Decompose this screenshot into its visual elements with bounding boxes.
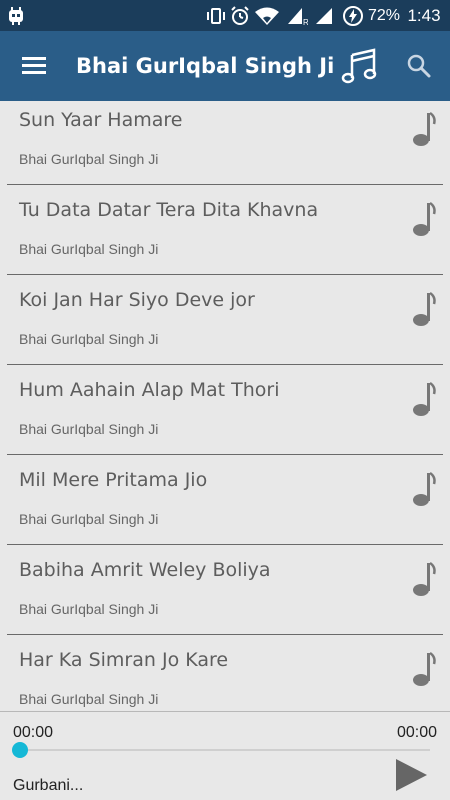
signal-r-icon: R	[284, 0, 310, 31]
vibrate-icon	[204, 0, 228, 31]
alarm-icon	[228, 0, 252, 31]
status-bar: R 72% 1:43	[0, 0, 450, 31]
song-artist: Bhai GurIqbal Singh Ji	[19, 151, 159, 167]
music-note-icon	[413, 291, 436, 326]
song-list: Sun Yaar Hamare Bhai GurIqbal Singh Ji T…	[0, 101, 450, 711]
play-icon[interactable]	[393, 757, 429, 793]
song-title: Babiha Amrit Weley Boliya	[19, 559, 271, 581]
song-list-item[interactable]: Mil Mere Pritama Jio Bhai GurIqbal Singh…	[0, 449, 450, 539]
music-notes-icon[interactable]	[340, 47, 378, 85]
song-title: Koi Jan Har Siyo Deve jor	[19, 289, 255, 311]
search-icon[interactable]	[406, 53, 432, 79]
seek-bar[interactable]	[20, 749, 430, 751]
song-title: Tu Data Datar Tera Dita Khavna	[19, 199, 319, 221]
music-note-icon	[413, 111, 436, 146]
music-note-icon	[413, 201, 436, 236]
app-bar: Bhai GurIqbal Singh Ji	[0, 31, 450, 101]
music-note-icon	[413, 651, 436, 686]
music-note-icon	[413, 471, 436, 506]
song-artist: Bhai GurIqbal Singh Ji	[19, 691, 159, 707]
song-list-item[interactable]: Babiha Amrit Weley Boliya Bhai GurIqbal …	[0, 539, 450, 629]
song-artist: Bhai GurIqbal Singh Ji	[19, 511, 159, 527]
svg-text:R: R	[303, 18, 308, 26]
elapsed-time: 00:00	[13, 724, 54, 741]
wifi-icon	[252, 0, 282, 31]
media-player: 00:00 00:00 Gurbani...	[0, 711, 450, 800]
android-debug-icon	[4, 0, 28, 31]
battery-charging-icon	[340, 0, 366, 31]
song-list-item[interactable]: Tu Data Datar Tera Dita Khavna Bhai GurI…	[0, 179, 450, 269]
seek-thumb[interactable]	[12, 742, 28, 758]
song-title: Sun Yaar Hamare	[19, 109, 183, 131]
song-list-item[interactable]: Har Ka Simran Jo Kare Bhai GurIqbal Sing…	[0, 629, 450, 711]
song-list-item[interactable]: Sun Yaar Hamare Bhai GurIqbal Singh Ji	[0, 101, 450, 179]
song-artist: Bhai GurIqbal Singh Ji	[19, 601, 159, 617]
music-note-icon	[413, 561, 436, 596]
song-title: Mil Mere Pritama Jio	[19, 469, 208, 491]
song-title: Hum Aahain Alap Mat Thori	[19, 379, 280, 401]
song-artist: Bhai GurIqbal Singh Ji	[19, 421, 159, 437]
clock: 1:43	[407, 5, 441, 25]
signal-icon	[312, 0, 336, 31]
song-artist: Bhai GurIqbal Singh Ji	[19, 331, 159, 347]
now-playing-label: Gurbani...	[13, 777, 84, 794]
song-list-item[interactable]: Hum Aahain Alap Mat Thori Bhai GurIqbal …	[0, 359, 450, 449]
music-note-icon	[413, 381, 436, 416]
page-title: Bhai GurIqbal Singh Ji	[76, 54, 335, 78]
song-artist: Bhai GurIqbal Singh Ji	[19, 241, 159, 257]
song-list-item[interactable]: Koi Jan Har Siyo Deve jor Bhai GurIqbal …	[0, 269, 450, 359]
total-duration: 00:00	[396, 724, 437, 741]
song-title: Har Ka Simran Jo Kare	[19, 649, 229, 671]
hamburger-menu-icon[interactable]	[20, 53, 50, 79]
battery-percentage: 72%	[367, 6, 401, 24]
